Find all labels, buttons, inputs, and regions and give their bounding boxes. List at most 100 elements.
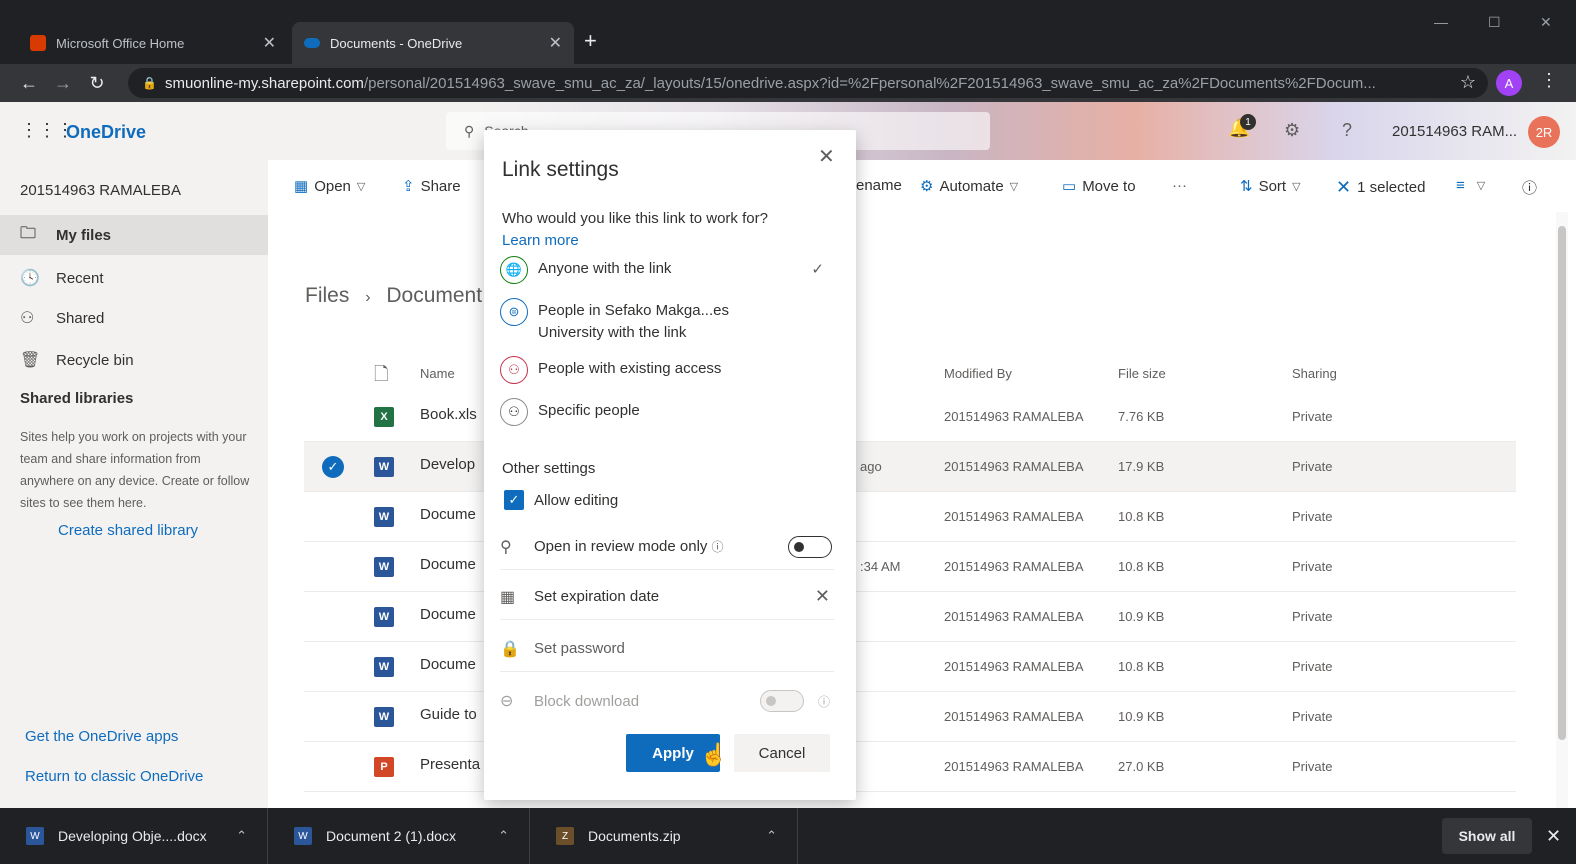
close-icon[interactable]: ✕ [1546,826,1561,847]
url-domain: smuonline-my.sharepoint.com [164,74,364,92]
hand-cursor-icon: ☝ [700,742,728,767]
chevron-up-icon[interactable]: ⌃ [766,828,777,844]
block-download-toggle [760,690,804,712]
tab-office-home[interactable]: Microsoft Office Home ✕ [18,22,288,64]
download-name: Developing Obje....docx [58,828,207,844]
move-to-button[interactable]: ▭ Move to [1062,177,1136,196]
expiration-setting[interactable]: ▦ Set expiration date ✕ [500,574,834,620]
word-file-icon: W [294,827,312,845]
file-sharing: Private [1292,659,1333,674]
clear-expiration-icon[interactable]: ✕ [815,586,830,607]
avatar[interactable]: 2R [1528,116,1560,148]
download-item[interactable]: W Document 2 (1).docx ⌃ [268,808,530,864]
file-type-header-icon: 🗋 [374,364,389,384]
chevron-down-icon: ▽ [1476,180,1486,192]
file-size: 10.8 KB [1118,559,1165,574]
file-name[interactable]: Docume [420,506,476,523]
chevron-right-icon: › [365,289,371,306]
word-file-icon: W [374,607,394,627]
file-name[interactable]: Docume [420,556,476,573]
modified-by-column-header[interactable]: Modified By [944,366,1012,381]
clear-selection-button[interactable]: ✕ 1 selected [1336,177,1425,198]
gear-icon[interactable]: ⚙ [1284,120,1300,141]
learn-more-link[interactable]: Learn more [502,232,579,249]
address-bar[interactable]: 🔒 smuonline-my.sharepoint.com /personal/… [128,68,1488,98]
file-name[interactable]: Presenta [420,756,480,773]
share-label: Share [420,177,461,195]
user-name[interactable]: 201514963 RAM... [1392,123,1517,140]
sidebar-item-recent[interactable]: 🕓 Recent [0,258,268,298]
review-mode-label: Open in review mode only [534,538,708,555]
app-name[interactable]: OneDrive [66,122,146,143]
organization-icon: ⊜ [500,298,528,326]
close-icon[interactable]: ✕ [549,33,562,53]
file-name[interactable]: Docume [420,606,476,623]
option-organization[interactable]: ⊜ People in Sefako Makga...es University… [500,298,840,344]
back-icon[interactable]: ← [12,73,46,94]
breadcrumb-files[interactable]: Files [305,284,349,307]
browser-menu-icon[interactable]: ⋮ [1540,70,1558,91]
file-name[interactable]: Docume [420,656,476,673]
sidebar-item-shared[interactable]: ⚇ Shared [0,298,268,338]
option-specific-people[interactable]: ⚇ Specific people [500,398,840,426]
option-existing-access[interactable]: ⚇ People with existing access [500,356,840,384]
dialog-title: Link settings [502,158,619,181]
bookmark-star-icon[interactable]: ☆ [1460,72,1476,93]
help-icon[interactable]: ? [1342,120,1352,141]
cancel-button[interactable]: Cancel [734,734,830,772]
sort-button[interactable]: ⇅ Sort ▽ [1240,177,1301,196]
clock-icon: 🕓 [20,270,40,287]
minimize-icon[interactable]: — [1434,14,1448,30]
show-all-button[interactable]: Show all [1442,818,1532,854]
close-icon[interactable]: ✕ [818,144,835,169]
block-download-setting: ⊖ Block download ⓘ [500,678,834,724]
name-column-header[interactable]: Name [420,366,455,381]
zip-file-icon: Z [556,827,574,845]
get-apps-link[interactable]: Get the OneDrive apps [25,728,178,745]
link-settings-dialog: Link settings ✕ Who would you like this … [484,130,856,800]
close-icon[interactable]: ✕ [263,33,276,53]
info-icon[interactable]: ⓘ [1522,177,1537,198]
selected-check-icon[interactable]: ✓ [322,456,344,478]
file-name[interactable]: Develop [420,456,475,473]
shared-libraries-description: Sites help you work on projects with you… [20,430,250,510]
maximize-icon[interactable]: ☐ [1488,14,1501,31]
file-name[interactable]: Guide to [420,706,477,723]
sharing-column-header[interactable]: Sharing [1292,366,1337,381]
review-mode-toggle[interactable] [788,535,832,558]
more-button[interactable]: ··· [1172,177,1187,194]
block-download-label: Block download [534,692,640,710]
close-window-icon[interactable]: ✕ [1540,14,1552,31]
create-shared-library-link[interactable]: Create shared library [58,522,198,539]
file-size: 27.0 KB [1118,759,1165,774]
new-tab-button[interactable]: + [584,28,597,54]
url-path: /personal/201514963_swave_smu_ac_za/_lay… [363,74,1376,92]
tab-onedrive[interactable]: Documents - OneDrive ✕ [292,22,574,64]
word-file-icon: W [374,707,394,727]
return-classic-link[interactable]: Return to classic OneDrive [25,768,203,785]
chevron-up-icon[interactable]: ⌃ [498,828,509,844]
profile-avatar[interactable]: A [1496,70,1522,96]
word-file-icon: W [374,557,394,577]
info-icon[interactable]: ⓘ [711,538,723,555]
rename-button[interactable]: ename [856,177,902,194]
chevron-up-icon[interactable]: ⌃ [236,828,247,844]
automate-button[interactable]: ⚙ Automate ▽ [920,177,1018,196]
file-size-column-header[interactable]: File size [1118,366,1166,381]
account-name: 201514963 RAMALEBA [20,182,181,199]
forward-icon[interactable]: → [46,73,80,94]
option-anyone[interactable]: 🌐 Anyone with the link ✓ [500,256,840,284]
view-options-button[interactable]: ≡ ▽ [1456,177,1485,194]
download-item[interactable]: Z Documents.zip ⌃ [530,808,798,864]
file-size: 7.76 KB [1118,409,1165,424]
scrollbar-thumb[interactable] [1558,226,1566,740]
sidebar-item-recycle-bin[interactable]: 🗑 Recycle bin [0,340,268,380]
reload-icon[interactable]: ↻ [80,73,114,94]
file-name[interactable]: Book.xls [420,406,477,423]
share-button[interactable]: ⇪ Share [402,177,461,196]
sidebar-item-my-files[interactable]: 🗀 My files [0,215,268,255]
allow-editing-checkbox[interactable]: ✓ [504,490,524,510]
download-item[interactable]: W Developing Obje....docx ⌃ [0,808,268,864]
password-setting[interactable]: 🔒 Set password [500,626,834,672]
open-button[interactable]: ▦ Open ▽ [294,177,365,196]
